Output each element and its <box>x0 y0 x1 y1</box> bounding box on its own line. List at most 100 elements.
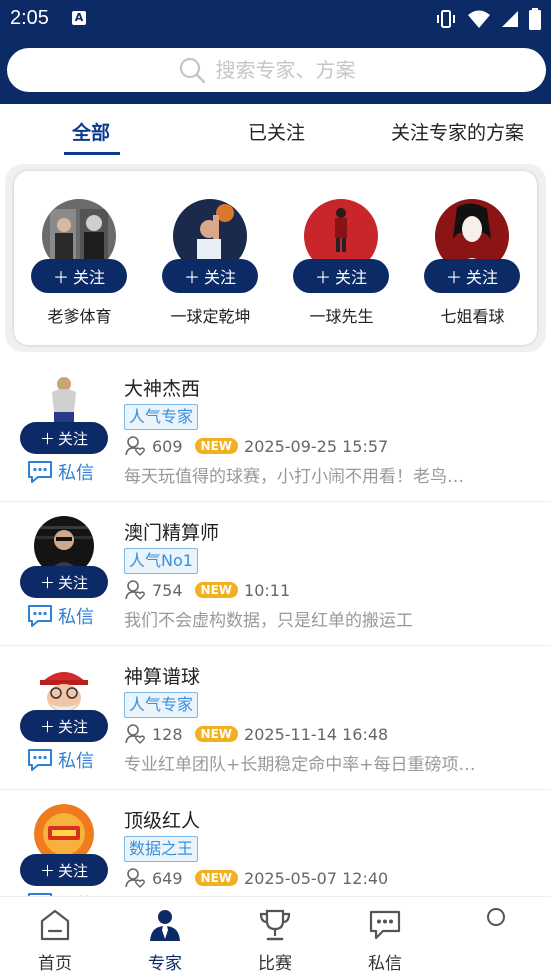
battery-icon <box>529 8 541 30</box>
follow-label: 关注 <box>335 268 368 287</box>
expert-meta: 128 NEW 2025-11-14 16:48 <box>124 722 388 746</box>
list-item[interactable]: ＋ 关注 私信 神算谱球 人气专家 128 NEW 2025-11-14 16:… <box>0 646 551 790</box>
message-icon <box>369 910 401 940</box>
chat-bubble-icon <box>28 605 52 627</box>
message-label: 私信 <box>58 751 94 772</box>
follower-count: 609 <box>152 436 183 456</box>
vibrate-icon <box>437 10 455 28</box>
expert-description: 我们不会虚构数据，只是红单的搬运工 <box>124 611 413 631</box>
expert-name: 澳门精算师 <box>124 522 220 544</box>
expert-icon <box>150 910 180 941</box>
recommended-expert[interactable]: ＋ 关注 一球定乾坤 <box>145 171 276 345</box>
follow-button[interactable]: ＋ 关注 <box>424 259 520 293</box>
new-badge: NEW <box>194 438 239 454</box>
expert-meta: 754 NEW 10:11 <box>124 578 290 602</box>
plus-icon: ＋ <box>39 861 55 880</box>
search-input[interactable] <box>215 58 376 82</box>
status-bar: 2:05 A <box>0 0 551 40</box>
private-message-button[interactable]: 私信 <box>26 458 94 486</box>
follow-button[interactable]: ＋ 关注 <box>31 259 127 293</box>
follow-label: 关注 <box>58 573 89 592</box>
expert-meta: 609 NEW 2025-09-25 15:57 <box>124 434 388 458</box>
follow-label: 关注 <box>466 268 499 287</box>
trophy-icon <box>259 909 291 941</box>
list-item[interactable]: ＋ 关注 私信 顶级红人 数据之王 649 NEW 2025-05-07 12:… <box>0 790 551 896</box>
active-tab-indicator <box>64 152 120 155</box>
private-message-button[interactable]: 私信 <box>26 602 94 630</box>
expert-description: 每天玩值得的球赛，小打小闹不用看！老鸟… <box>124 467 464 487</box>
expert-tag: 人气专家 <box>124 404 199 430</box>
tab-following[interactable]: 已关注 <box>248 118 305 145</box>
expert-description: 专业红单团队+长期稳定命中率+每日重磅项… <box>124 755 476 775</box>
followers-icon <box>125 868 145 888</box>
signal-icon <box>502 11 518 27</box>
recommended-experts-card: ＋ 关注 老爹体育 ＋ 关注 一球定乾坤 ＋ 关注 一球先生 ＋ 关注 七姐看球 <box>14 171 537 345</box>
expert-name: 神算谱球 <box>124 666 201 688</box>
expert-name: 老爹体育 <box>47 307 112 326</box>
tab-following-plans[interactable]: 关注专家的方案 <box>391 118 524 145</box>
expert-name: 大神杰西 <box>124 378 201 400</box>
chat-bubble-icon <box>28 461 52 483</box>
nav-label: 首页 <box>38 954 72 974</box>
nav-home-circle-icon[interactable] <box>486 907 506 927</box>
status-time: 2:05 <box>10 7 49 29</box>
post-time: 2025-09-25 15:57 <box>244 436 389 456</box>
follow-button[interactable]: ＋ 关注 <box>162 259 258 293</box>
private-message-button[interactable]: 私信 <box>26 746 94 774</box>
list-item[interactable]: ＋ 关注 私信 澳门精算师 人气No1 754 NEW 10:11 我们不会虚构… <box>0 502 551 646</box>
chat-bubble-icon <box>28 749 52 771</box>
follow-label: 关注 <box>58 429 89 448</box>
expert-name: 七姐看球 <box>440 307 505 326</box>
tab-all[interactable]: 全部 <box>72 118 110 145</box>
follow-button[interactable]: ＋ 关注 <box>293 259 389 293</box>
plus-icon: ＋ <box>314 268 331 287</box>
expert-tag: 人气No1 <box>124 548 198 574</box>
expert-list: ＋ 关注 私信 大神杰西 人气专家 609 NEW 2025-09-25 15:… <box>0 358 551 896</box>
follow-label: 关注 <box>73 268 106 287</box>
followers-icon <box>125 580 145 600</box>
recommended-expert[interactable]: ＋ 关注 一球先生 <box>276 171 407 345</box>
recommended-experts-panel: ＋ 关注 老爹体育 ＋ 关注 一球定乾坤 ＋ 关注 一球先生 ＋ 关注 七姐看球 <box>5 164 546 352</box>
followers-icon <box>125 724 145 744</box>
plus-icon: ＋ <box>39 429 55 448</box>
search-box[interactable] <box>7 48 546 92</box>
follow-button[interactable]: ＋ 关注 <box>20 854 108 886</box>
recommended-expert[interactable]: ＋ 关注 老爹体育 <box>14 171 145 345</box>
expert-meta: 649 NEW 2025-05-07 12:40 <box>124 866 388 890</box>
nav-label: 私信 <box>368 954 402 974</box>
recommended-expert[interactable]: ＋ 关注 七姐看球 <box>407 171 538 345</box>
post-time: 2025-11-14 16:48 <box>244 724 389 744</box>
list-item[interactable]: ＋ 关注 私信 大神杰西 人气专家 609 NEW 2025-09-25 15:… <box>0 358 551 502</box>
expert-tag: 人气专家 <box>124 692 199 718</box>
new-badge: NEW <box>194 582 239 598</box>
follower-count: 754 <box>152 580 183 600</box>
plus-icon: ＋ <box>39 573 55 592</box>
message-label: 私信 <box>58 607 94 628</box>
status-icons <box>435 8 541 30</box>
follow-label: 关注 <box>58 861 89 880</box>
follow-button[interactable]: ＋ 关注 <box>20 422 108 454</box>
post-time: 10:11 <box>244 580 291 600</box>
follow-button[interactable]: ＋ 关注 <box>20 566 108 598</box>
follow-button[interactable]: ＋ 关注 <box>20 710 108 742</box>
bottom-navigation: 首页 专家 比赛 私信 <box>0 896 551 979</box>
top-bar: 2:05 A <box>0 0 551 104</box>
followers-icon <box>125 436 145 456</box>
wifi-icon <box>468 10 490 28</box>
nav-expert[interactable]: 专家 <box>120 897 210 979</box>
nav-label: 专家 <box>148 954 182 974</box>
nav-match[interactable]: 比赛 <box>230 897 320 979</box>
plus-icon: ＋ <box>445 268 462 287</box>
message-label: 私信 <box>58 463 94 484</box>
expert-name: 一球定乾坤 <box>170 307 251 326</box>
post-time: 2025-05-07 12:40 <box>244 868 389 888</box>
follower-count: 649 <box>152 868 183 888</box>
notification-a-icon: A <box>72 11 86 25</box>
home-icon <box>40 909 70 941</box>
nav-home[interactable]: 首页 <box>10 897 100 979</box>
nav-messages[interactable]: 私信 <box>340 897 430 979</box>
plus-icon: ＋ <box>183 268 200 287</box>
follow-label: 关注 <box>58 717 89 736</box>
expert-name: 一球先生 <box>309 307 374 326</box>
search-icon <box>179 57 205 84</box>
